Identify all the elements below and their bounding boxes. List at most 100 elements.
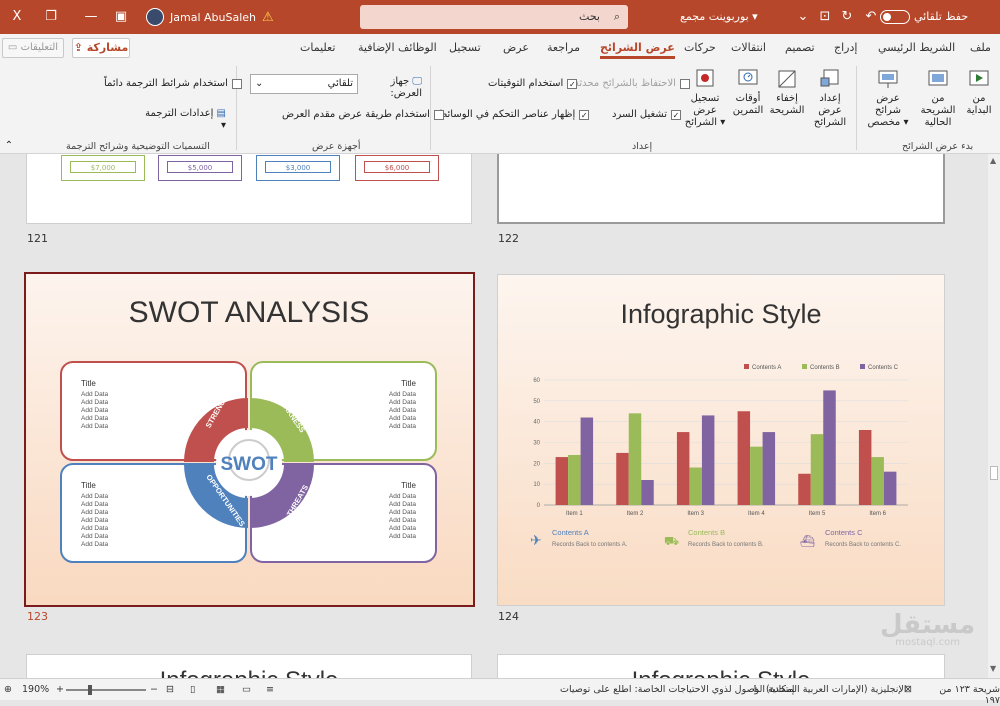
use-timings-box: ✓ [567, 78, 578, 89]
warning-icon[interactable]: ⚠ [262, 10, 274, 25]
slide-126-thumbnail[interactable]: Infographic Style [497, 654, 945, 678]
minimize-icon[interactable]: — [80, 6, 102, 28]
keep-updated-checkbox[interactable]: الاحتفاظ بالشرائح محدثة [574, 78, 690, 89]
rehearse-timings-button[interactable]: أوقات التمرين [730, 68, 766, 117]
normal-view-icon[interactable]: ▭ [242, 684, 251, 695]
zoom-out-icon[interactable]: − [150, 684, 158, 695]
y-tick-label: 20 [533, 461, 540, 467]
always-subtitles-box [231, 78, 242, 89]
tab-record[interactable]: تسجيل [449, 41, 481, 54]
scroll-down-icon[interactable]: ▼ [990, 664, 996, 673]
vertical-scrollbar[interactable]: ▲ ▼ [988, 154, 1000, 678]
from-current-label: من الشريحة الحالية [920, 93, 956, 128]
y-tick-label: 10 [533, 482, 540, 488]
custom-show-icon [878, 70, 898, 88]
setup-show-button[interactable]: إعداد عرض الشرائح [808, 68, 852, 129]
collapse-ribbon-icon[interactable]: ⌃ [4, 140, 14, 152]
monitor-select[interactable]: تلقائي ⌄ [250, 74, 358, 94]
value-label: $6,000 [364, 161, 430, 173]
scroll-up-icon[interactable]: ▲ [990, 156, 996, 165]
swot-diagram: SWOT ANALYSIS SWOT STRENGTHS WEAKNESS OP… [60, 296, 437, 563]
zoom-in-icon[interactable]: + [56, 684, 64, 695]
tab-design[interactable]: تصميم [785, 41, 815, 54]
search-box[interactable]: بحث ⌕ [360, 5, 628, 29]
ribbon-slide-show: من البداية من الشريحة الحالية عرض شرائح … [0, 62, 1000, 154]
tab-home[interactable]: الشريط الرئيسي [878, 41, 955, 54]
tab-help[interactable]: تعليمات [300, 41, 335, 54]
zoom-slider[interactable] [66, 689, 146, 691]
slide-121-thumbnail[interactable]: $7,000 $5,000 $3,000 $6,000 [26, 154, 472, 224]
document-title[interactable]: بوربوينت مجمع ▾ [680, 0, 758, 34]
x-tick-label: Item 6 [869, 511, 886, 517]
box-title: Title [401, 379, 416, 388]
legend-c-name: Contents C [825, 528, 863, 537]
comments-button[interactable]: ▭ التعليقات [2, 38, 64, 58]
group-separator [430, 66, 431, 150]
user-account[interactable]: Jamal AbuSaleh ⚠ [146, 5, 274, 29]
value-box: $5,000 [158, 155, 242, 181]
slide-123-thumbnail[interactable]: SWOT ANALYSIS SWOT STRENGTHS WEAKNESS OP… [24, 272, 475, 607]
presenter-view-box [433, 109, 444, 120]
ribbon-display-icon[interactable]: ▣ [110, 6, 132, 28]
rehearse-timings-icon [738, 69, 758, 85]
setup-show-label: إعداد عرض الشرائح [813, 93, 847, 128]
box-title: Title [401, 481, 416, 490]
scrollbar-thumb[interactable] [990, 466, 998, 480]
slide-124-thumbnail[interactable]: Infographic Style 0 10 20 30 40 50 60 Item 1 Ite… [497, 274, 945, 606]
hide-slide-button[interactable]: إخفاء الشريحة [768, 68, 806, 117]
use-timings-checkbox[interactable]: ✓ استخدام التوقيتات [488, 78, 578, 89]
box-line: Add Data [389, 407, 416, 414]
zoom-level[interactable]: 190% [22, 684, 49, 695]
spelling-icon[interactable]: ⊠ [904, 684, 912, 695]
value-box: $3,000 [256, 155, 340, 181]
bar [580, 417, 594, 505]
play-narrations-box: ✓ [671, 109, 682, 120]
redo-icon[interactable]: ↻ [836, 6, 858, 28]
legend-c-text: Records Back to contents C. [825, 542, 901, 548]
box-line: Add Data [389, 517, 416, 524]
reading-view-icon[interactable]: ▯ [190, 684, 195, 695]
presenter-view-checkbox[interactable]: استخدام طريقة عرض مقدم العرض [282, 109, 444, 120]
slide-number: 121 [27, 232, 48, 245]
undo-icon[interactable]: ↶ [860, 6, 882, 28]
start-from-beginning-icon[interactable]: ⊡ [814, 6, 836, 28]
custom-show-label: عرض شرائح مخصص ▾ [867, 93, 909, 128]
always-subtitles-checkbox[interactable]: استخدام شرائط الترجمة دائماً [104, 78, 242, 89]
customize-qat-icon[interactable]: ⌄ [792, 6, 814, 28]
x-tick-label: Item 1 [566, 511, 583, 517]
monitor-label: 🖵 جهاز العرض: [362, 76, 422, 100]
from-current-button[interactable]: من الشريحة الحالية [916, 68, 960, 129]
tab-view[interactable]: عرض [503, 41, 529, 54]
tab-add-ins[interactable]: الوظائف الإضافية [358, 41, 437, 54]
tab-animations[interactable]: حركات [684, 41, 716, 54]
autosave-toggle[interactable] [880, 10, 910, 24]
media-controls-checkbox[interactable]: ✓ إظهار عناصر التحكم في الوسائط [438, 109, 590, 120]
fit-slide-icon[interactable]: ⊕ [4, 684, 12, 695]
zoom-slider-thumb[interactable] [88, 685, 92, 695]
play-narrations-checkbox[interactable]: ✓ تشغيل السرد [612, 109, 682, 120]
tab-transitions[interactable]: انتقالات [731, 41, 766, 54]
slide-number: 123 [27, 610, 48, 623]
ship-icon: ⛴ [800, 534, 815, 548]
slide-125-thumbnail[interactable]: Infographic Style [26, 654, 472, 678]
share-button[interactable]: ⇪ مشاركة [72, 38, 130, 58]
x-tick-label: Item 3 [687, 511, 704, 517]
search-placeholder: بحث [579, 10, 600, 23]
box-line: Add Data [389, 415, 416, 422]
tab-review[interactable]: مراجعة [547, 41, 580, 54]
tab-file[interactable]: ملف [970, 41, 991, 54]
slide-122-thumbnail[interactable] [497, 154, 945, 224]
notes-icon[interactable]: ≡ [266, 684, 274, 695]
tab-slide-show[interactable]: عرض الشرائح [600, 41, 675, 59]
slideshow-view-icon[interactable]: ⊟ [166, 684, 174, 695]
language-status[interactable]: الإنجليزية (الإمارات العربية المتحدة) [766, 684, 906, 695]
close-icon[interactable]: X [6, 6, 28, 28]
from-beginning-button[interactable]: من البداية [962, 68, 996, 117]
hide-slide-label: إخفاء الشريحة [769, 93, 805, 116]
tab-insert[interactable]: إدراج [834, 41, 857, 54]
custom-show-button[interactable]: عرض شرائح مخصص ▾ [864, 68, 912, 129]
box-line: Add Data [81, 533, 108, 540]
restore-icon[interactable]: ❐ [40, 6, 62, 28]
slide-sorter-icon[interactable]: ▦ [216, 684, 225, 695]
subtitle-settings-button[interactable]: ▤ إعدادات الترجمة ▾ [142, 108, 226, 132]
